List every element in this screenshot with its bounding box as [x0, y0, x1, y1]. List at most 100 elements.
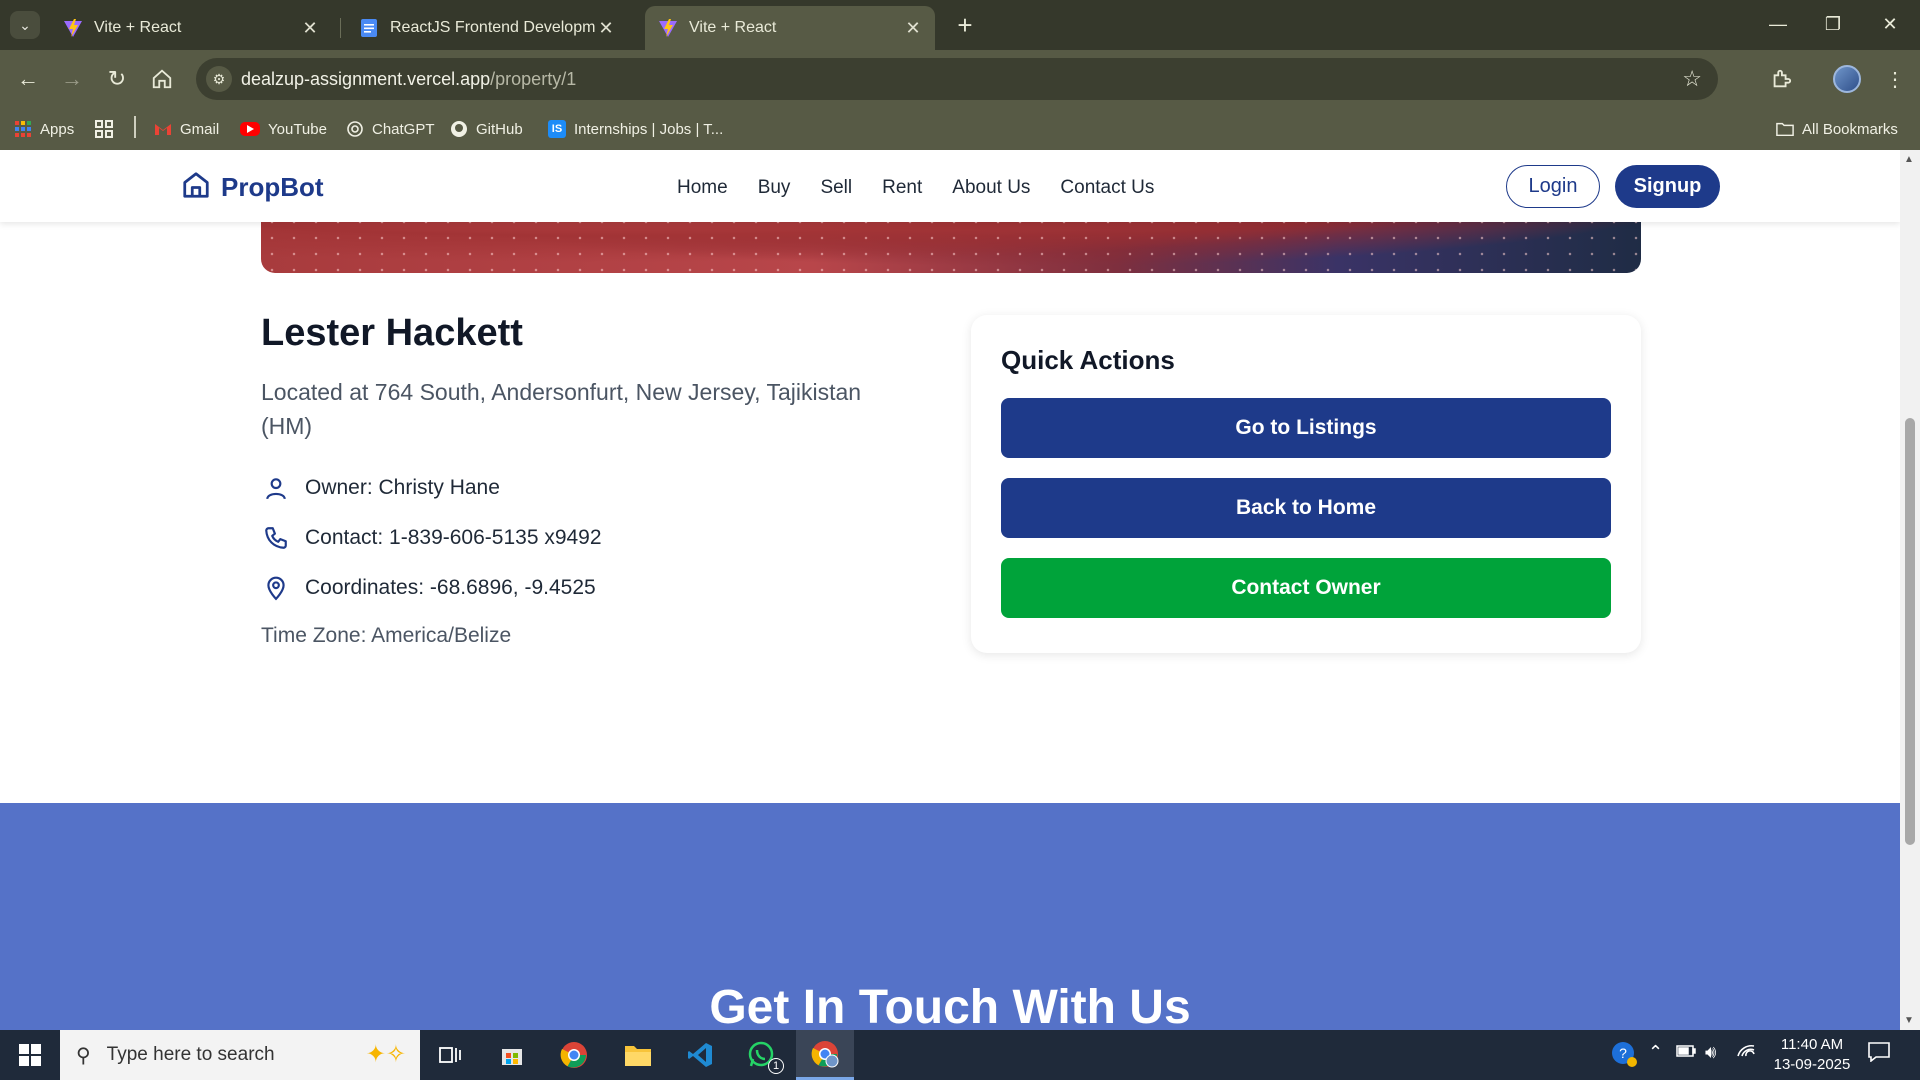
search-placeholder: Type here to search: [106, 1044, 275, 1065]
bookmark-label: Gmail: [180, 120, 220, 138]
browser-tabstrip: ⌄ Vite + React ✕ ReactJS Frontend Develo…: [0, 0, 1920, 50]
bookmark-gmail[interactable]: Gmail: [154, 116, 219, 142]
bookmark-star-icon[interactable]: ☆: [1682, 66, 1702, 92]
nav-home[interactable]: Home: [677, 177, 728, 199]
window-close-icon[interactable]: ✕: [1870, 8, 1910, 40]
contact-owner-button[interactable]: Contact Owner: [1001, 558, 1611, 618]
nav-sell[interactable]: Sell: [820, 177, 852, 199]
owner-row: Owner: Christy Hane: [261, 472, 500, 504]
whatsapp-icon[interactable]: 1: [734, 1030, 790, 1080]
microsoft-store-icon[interactable]: [484, 1030, 540, 1080]
apps-grid-icon: [14, 120, 32, 138]
bookmark-apps[interactable]: Apps: [14, 116, 74, 142]
scroll-up-arrow-icon[interactable]: ▲: [1904, 154, 1914, 165]
go-to-listings-button[interactable]: Go to Listings: [1001, 398, 1611, 458]
reload-icon[interactable]: ↻: [101, 63, 133, 95]
property-address: Located at 764 South, Andersonfurt, New …: [261, 379, 862, 439]
signup-button[interactable]: Signup: [1615, 165, 1720, 208]
owner-text: Owner: Christy Hane: [305, 476, 500, 499]
chrome-icon[interactable]: [546, 1030, 602, 1080]
bookmark-internshala[interactable]: IS Internships | Jobs | T...: [548, 116, 723, 142]
house-icon: [181, 170, 211, 205]
tab-divider: [340, 18, 341, 38]
volume-icon[interactable]: 🔊︎: [1705, 1042, 1716, 1063]
close-icon[interactable]: ✕: [300, 18, 320, 39]
help-icon[interactable]: ?: [1610, 1040, 1638, 1073]
scroll-down-arrow-icon[interactable]: ▼: [1904, 1015, 1914, 1026]
bookmark-chatgpt[interactable]: ChatGPT: [346, 116, 435, 142]
scrollbar-thumb[interactable]: [1905, 418, 1915, 845]
copilot-sparkle-icon: ✦✧: [365, 1041, 406, 1068]
forward-arrow-icon[interactable]: →: [56, 63, 88, 95]
new-tab-button[interactable]: +: [950, 10, 980, 40]
github-icon: [450, 120, 468, 138]
system-clock[interactable]: 11:40 AM 13-09-2025: [1762, 1035, 1862, 1075]
battery-icon[interactable]: [1676, 1042, 1696, 1063]
tab-title: Vite + React: [689, 19, 777, 36]
close-icon[interactable]: ✕: [903, 18, 923, 39]
bookmark-label: Internships | Jobs | T...: [574, 120, 724, 138]
gmail-icon: [154, 120, 172, 138]
login-button[interactable]: Login: [1506, 165, 1600, 208]
wifi-icon[interactable]: [1736, 1042, 1756, 1063]
address-bar[interactable]: ⚙ dealzup-assignment.vercel.app/property…: [196, 58, 1718, 100]
taskbar-search-input[interactable]: ⚲ Type here to search ✦✧: [60, 1030, 420, 1080]
close-icon[interactable]: ✕: [596, 18, 616, 39]
bookmark-github[interactable]: GitHub: [450, 116, 523, 142]
contact-text: Contact: 1-839-606-5135 x9492: [305, 526, 602, 549]
brand-logo[interactable]: PropBot: [181, 170, 324, 205]
all-bookmarks-folder[interactable]: All Bookmarks: [1776, 116, 1898, 142]
browser-menu-icon[interactable]: ⋮: [1880, 64, 1910, 94]
profile-avatar[interactable]: [1832, 64, 1862, 94]
restore-icon[interactable]: ❐: [1813, 8, 1853, 40]
nav-about-us[interactable]: About Us: [952, 177, 1030, 199]
url-text[interactable]: dealzup-assignment.vercel.app/property/1: [241, 69, 576, 90]
chrome-profile-icon[interactable]: [796, 1030, 854, 1080]
browser-tab-2[interactable]: ReactJS Frontend Development ✕: [346, 6, 628, 50]
svg-text:?: ?: [1619, 1045, 1627, 1061]
extensions-icon[interactable]: [1766, 64, 1796, 94]
google-docs-icon: [358, 17, 380, 39]
vscode-icon[interactable]: [672, 1030, 728, 1080]
tab-search-button[interactable]: ⌄: [10, 11, 40, 39]
tab-groups-icon[interactable]: [95, 116, 113, 142]
site-info-icon[interactable]: ⚙: [206, 66, 232, 92]
coordinates-text: Coordinates: -68.6896, -9.4525: [305, 576, 596, 599]
page-viewport: PropBot Home Buy Sell Rent About Us Cont…: [0, 150, 1900, 1030]
nav-buy[interactable]: Buy: [758, 177, 791, 199]
location-pin-icon: [261, 573, 291, 603]
bookmark-divider: [134, 116, 136, 138]
nav-contact-us[interactable]: Contact Us: [1060, 177, 1154, 199]
task-view-icon[interactable]: [422, 1030, 478, 1080]
property-name: Lester Hackett: [261, 312, 523, 354]
notifications-icon[interactable]: [1868, 1042, 1890, 1068]
timezone-text: Time Zone: America/Belize: [261, 624, 512, 647]
contact-heading: Get In Touch With Us: [709, 981, 1191, 1030]
tab-title: Vite + React: [94, 19, 182, 36]
browser-tab-3[interactable]: Vite + React ✕: [645, 6, 935, 50]
bookmarks-bar: Apps Gmail YouTube ChatGPT GitHub IS Int…: [0, 108, 1920, 150]
bookmark-label: ChatGPT: [372, 120, 435, 138]
back-arrow-icon[interactable]: ←: [12, 63, 44, 95]
page-scrollbar[interactable]: ▲ ▼: [1900, 150, 1920, 1030]
browser-tab-1[interactable]: Vite + React ✕: [50, 6, 332, 50]
windows-taskbar: ⚲ Type here to search ✦✧ 1 ? ⌃ 🔊︎ 11:40 …: [0, 1030, 1920, 1080]
tab-title: ReactJS Frontend Development: [390, 19, 596, 36]
quick-actions-title: Quick Actions: [1001, 345, 1175, 375]
back-to-home-button[interactable]: Back to Home: [1001, 478, 1611, 538]
bookmark-youtube[interactable]: YouTube: [240, 116, 327, 142]
file-explorer-icon[interactable]: [610, 1030, 666, 1080]
search-icon: ⚲: [76, 1044, 91, 1067]
user-icon: [261, 473, 291, 503]
chatgpt-icon: [346, 120, 364, 138]
minimize-icon[interactable]: —: [1758, 8, 1798, 40]
nav-rent[interactable]: Rent: [882, 177, 922, 199]
clock-time: 11:40 AM: [1780, 1036, 1844, 1053]
home-icon[interactable]: [146, 63, 178, 95]
coordinates-row: Coordinates: -68.6896, -9.4525: [261, 572, 596, 604]
chevron-up-icon[interactable]: ⌃: [1648, 1042, 1663, 1063]
windows-start-icon[interactable]: [0, 1030, 60, 1080]
bookmark-label: Apps: [40, 120, 75, 138]
contact-section: Get In Touch With Us: [0, 803, 1900, 1030]
clock-date: 13-09-2025: [1773, 1056, 1851, 1073]
